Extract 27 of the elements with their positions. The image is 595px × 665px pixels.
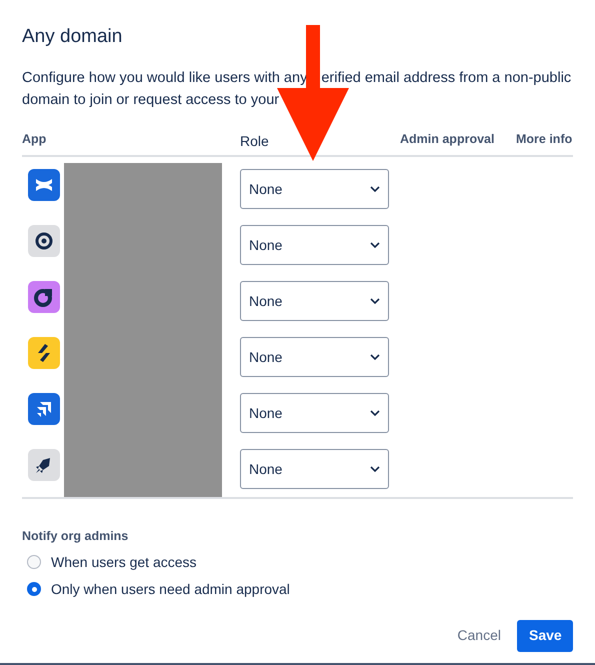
description-text: domain to join or request access to your (22, 91, 280, 110)
column-header: App (22, 131, 48, 148)
dialog-title: Any domain (22, 25, 124, 49)
radio-option[interactable]: Only when users need admin approval (22, 578, 573, 600)
column-header: More info (516, 131, 572, 148)
role-dropdown[interactable]: None (240, 225, 389, 265)
cancel-button[interactable]: Cancel (451, 620, 507, 652)
chevron-down-icon (370, 186, 380, 192)
description-text: Configure how you would like users with any (22, 69, 308, 88)
role-dropdown[interactable]: None (240, 169, 389, 209)
role-dropdown[interactable]: None (240, 337, 389, 377)
role-dropdown[interactable]: None (240, 449, 389, 489)
column-header: Admin approval (400, 131, 496, 148)
radio-option[interactable]: When users get access (22, 552, 573, 573)
chevron-down-icon (370, 298, 380, 304)
radio-button[interactable] (27, 555, 41, 570)
save-button[interactable]: Save (517, 620, 573, 652)
description-text: erified email address from a non-public (321, 69, 572, 88)
chevron-down-icon (370, 354, 380, 360)
chevron-down-icon (370, 466, 380, 472)
chevron-down-icon (370, 410, 380, 416)
chevron-down-icon (370, 242, 380, 248)
role-dropdown[interactable]: None (240, 281, 389, 321)
column-header: Role (240, 132, 270, 151)
radio-button[interactable] (27, 582, 41, 596)
section-label: Notify org admins (22, 528, 130, 545)
role-dropdown[interactable]: None (240, 393, 389, 433)
